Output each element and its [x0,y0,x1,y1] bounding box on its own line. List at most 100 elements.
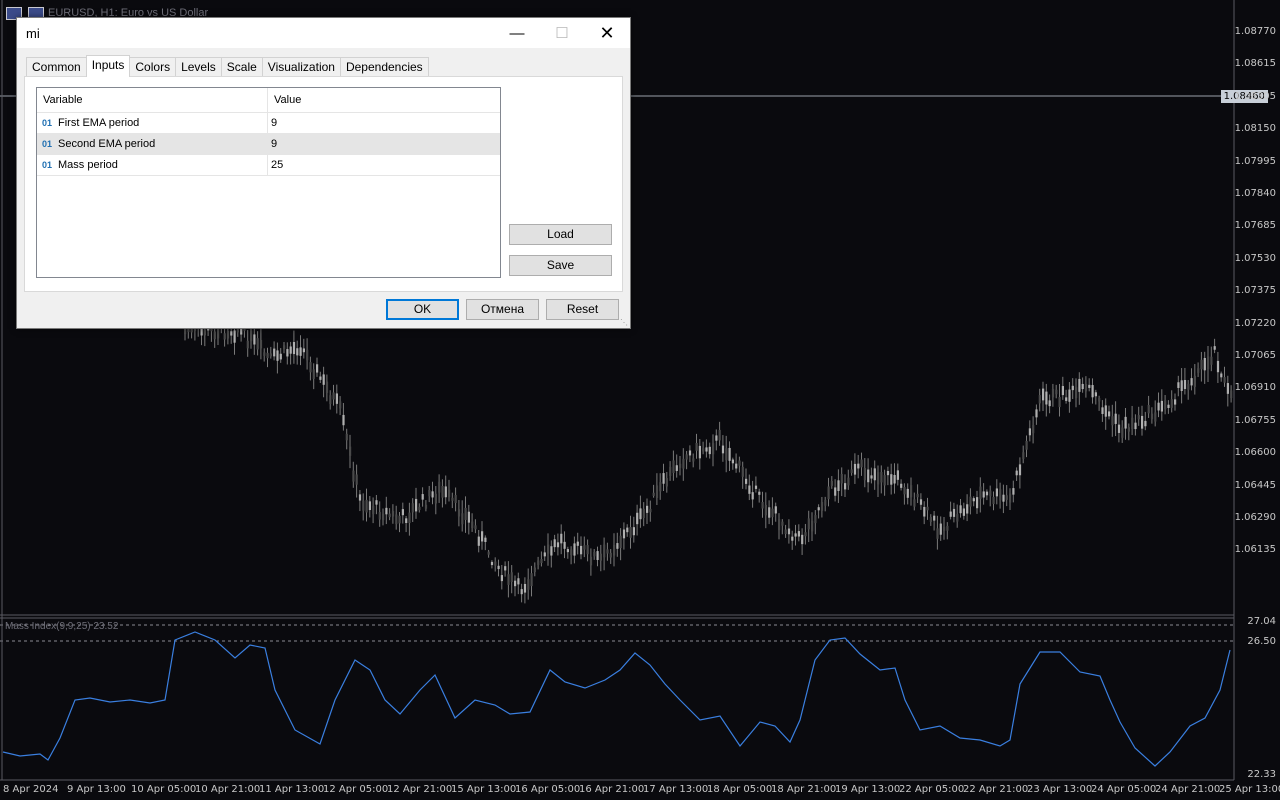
candle-body [1032,425,1035,434]
tab-visualization[interactable]: Visualization [261,57,341,77]
tab-dependencies[interactable]: Dependencies [339,57,429,77]
candle-body [401,509,404,516]
candle-body [424,504,428,509]
candle-body [203,329,206,336]
candle-body [827,486,830,500]
candle-body [609,552,612,558]
candle-body [339,401,342,409]
candle-body [751,492,754,500]
variable-name: First EMA period [58,117,140,129]
load-button[interactable]: Load [509,224,612,245]
candle-body [1028,428,1031,436]
candle-body [269,353,272,357]
candle-body [622,529,626,539]
candle-body [388,513,391,518]
candle-body [332,392,335,400]
candle-body [857,463,860,469]
candle-body [273,348,276,357]
time-tick-label: 24 Apr 21:00 [1155,784,1221,795]
price-tick-label: 1.08150 [1234,123,1276,135]
candle-body [283,345,286,350]
candle-body [329,395,332,404]
ok-button[interactable]: OK [386,299,459,320]
candle-body [415,498,418,512]
candle-body [1084,383,1088,392]
candle-body [1200,359,1203,370]
candle-body [1012,488,1015,495]
dialog-title: mi [26,26,40,41]
time-tick-label: 19 Apr 13:00 [835,784,901,795]
time-tick-label: 12 Apr 21:00 [387,784,453,795]
candle-body [606,549,609,554]
candle-body [1124,416,1127,429]
save-button[interactable]: Save [509,255,612,276]
candle-body [1197,368,1200,373]
candle-body [636,512,639,525]
candle-body [504,566,507,571]
price-tick-label: 1.06910 [1234,382,1276,394]
candle-body [596,551,599,560]
candle-body [992,496,995,504]
candle-body [1005,495,1008,500]
candle-body [514,580,517,587]
time-tick-label: 17 Apr 13:00 [643,784,709,795]
candle-body [213,331,216,340]
candle-body [679,463,682,468]
column-variable[interactable]: Variable [37,88,268,112]
table-row[interactable]: 01 First EMA period 9 [37,113,500,134]
variable-value[interactable]: 9 [268,113,277,133]
variable-value[interactable]: 9 [268,134,277,154]
candle-body [969,496,972,507]
candle-body [1180,380,1183,392]
candle-body [457,509,461,517]
candle-body [873,468,876,481]
candle-body [378,512,381,520]
candle-body [233,330,236,343]
candle-body [1154,412,1157,422]
candle-body [771,508,774,518]
candle-body [547,544,550,554]
price-tick-label: 1.07220 [1234,317,1276,329]
candle-body [1160,400,1163,412]
dialog-titlebar[interactable]: mi — ☐ ✕ [17,18,630,48]
table-row[interactable]: 01 Mass period 25 [37,155,500,176]
candle-body [553,539,556,548]
maximize-icon[interactable]: ☐ [539,18,585,48]
reset-button[interactable]: Reset [546,299,619,320]
variable-value[interactable]: 25 [268,155,283,175]
candle-body [1203,357,1206,371]
candle-body [520,589,523,595]
candle-body [533,567,536,573]
candle-body [745,478,748,484]
tab-levels[interactable]: Levels [175,57,222,77]
candle-body [890,474,893,485]
candle-body [484,537,487,542]
candle-body [844,483,847,490]
candle-body [398,515,401,524]
column-value[interactable]: Value [268,88,301,112]
candle-body [411,503,414,513]
candle-body [754,485,758,489]
minimize-icon[interactable]: — [494,18,540,48]
time-tick-label: 22 Apr 05:00 [899,784,965,795]
candle-body [646,505,649,513]
candle-body [933,515,936,521]
candle-body [1147,404,1150,414]
candle-body [358,494,362,501]
tab-scale[interactable]: Scale [220,57,263,77]
candle-body [223,333,226,340]
candle-body [774,506,777,514]
variable-name: Second EMA period [58,138,156,150]
table-row[interactable]: 01 Second EMA period 9 [37,134,500,155]
cancel-button[interactable]: Отмена [466,299,539,320]
candle-body [860,459,863,468]
tab-inputs[interactable]: Inputs [85,55,131,77]
close-icon[interactable]: ✕ [584,18,630,48]
tab-colors[interactable]: Colors [129,57,177,77]
candle-body [537,560,540,565]
candle-body [589,556,593,566]
resize-grip-icon[interactable]: ⋱ [620,318,628,327]
candle-body [784,529,787,535]
candle-body [1137,415,1140,420]
tab-common[interactable]: Common [26,57,87,77]
